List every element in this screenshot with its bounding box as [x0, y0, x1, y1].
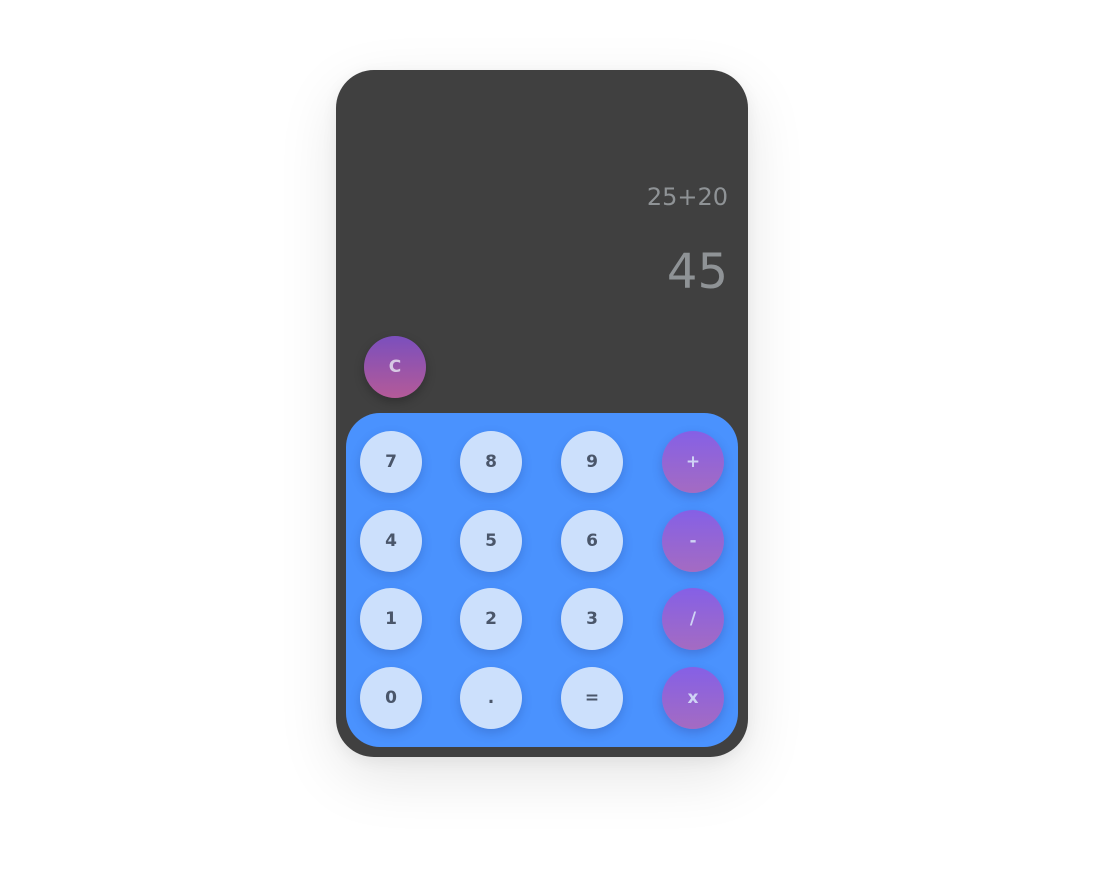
key-9-button[interactable]: 9: [561, 431, 623, 493]
expression-display: 25+20: [646, 183, 728, 211]
clear-button[interactable]: C: [364, 336, 426, 398]
key-0-button[interactable]: 0: [360, 667, 422, 729]
key-3-button[interactable]: 3: [561, 588, 623, 650]
key-6-button[interactable]: 6: [561, 510, 623, 572]
equals-button[interactable]: =: [561, 667, 623, 729]
keypad: 7 8 9 + 4 5 6 - 1 2 3 / 0 . = x: [346, 413, 738, 747]
result-display: 45: [666, 244, 728, 300]
calculator: 25+20 45 C 7 8 9 + 4 5 6 - 1 2 3 / 0 . =…: [336, 70, 748, 757]
key-7-button[interactable]: 7: [360, 431, 422, 493]
key-4-button[interactable]: 4: [360, 510, 422, 572]
key-2-button[interactable]: 2: [460, 588, 522, 650]
divide-button[interactable]: /: [662, 588, 724, 650]
plus-button[interactable]: +: [662, 431, 724, 493]
key-8-button[interactable]: 8: [460, 431, 522, 493]
multiply-button[interactable]: x: [662, 667, 724, 729]
minus-button[interactable]: -: [662, 510, 724, 572]
decimal-point-button[interactable]: .: [460, 667, 522, 729]
key-1-button[interactable]: 1: [360, 588, 422, 650]
key-5-button[interactable]: 5: [460, 510, 522, 572]
